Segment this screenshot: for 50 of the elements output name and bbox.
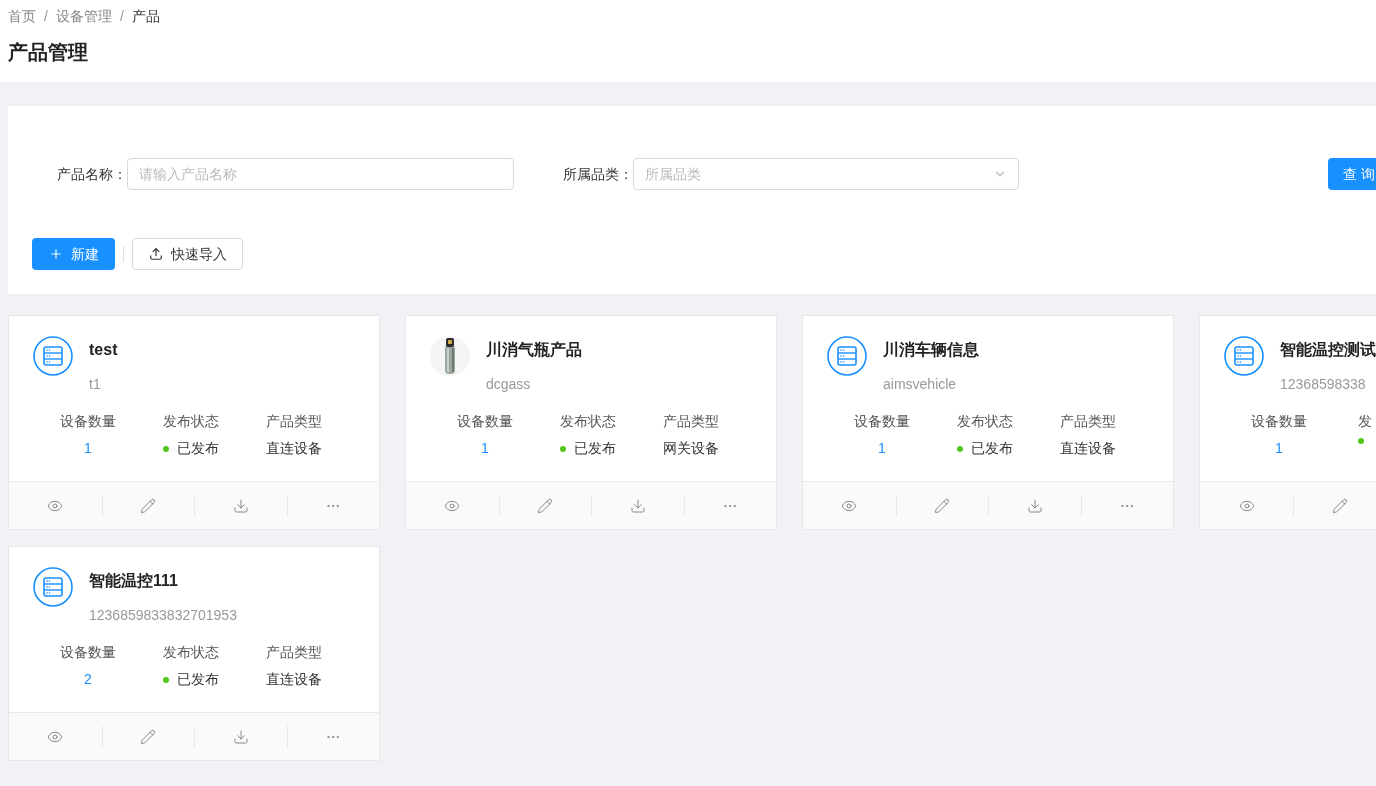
field-label: 所属品类： <box>562 164 633 184</box>
stat-value: 网关设备 <box>663 439 719 458</box>
stat-label: 产品类型 <box>663 412 719 431</box>
stat-value: 2 <box>84 670 92 689</box>
stat-label: 产品类型 <box>266 643 322 662</box>
stat-label: 设备数量 <box>457 412 513 431</box>
product-code: aimsvehicle <box>883 375 958 394</box>
product-name: test <box>89 340 118 360</box>
import-button[interactable]: 快速导入 <box>132 238 243 270</box>
stat-value: 已发布 <box>177 439 219 458</box>
stat-value: 1 <box>1275 439 1283 458</box>
breadcrumb-separator: / <box>119 7 124 26</box>
new-button[interactable]: 新建 <box>32 238 115 270</box>
stat-value: 直连设备 <box>266 670 322 689</box>
stat-label: 设备数量 <box>1251 412 1307 431</box>
product-code: 12368598338 <box>1280 375 1367 394</box>
product-code: t1 <box>89 375 102 394</box>
product-code: dcgass <box>486 375 532 394</box>
stat-value: 1 <box>481 439 489 458</box>
stat-label: 产品类型 <box>1060 412 1116 431</box>
product-name: 川消气瓶产品 <box>486 340 582 360</box>
query-button[interactable]: 查 询 <box>1328 158 1376 190</box>
stat-value: 1 <box>878 439 886 458</box>
page-title: 产品管理 <box>8 40 89 65</box>
stat-label: 设备数量 <box>60 412 116 431</box>
breadcrumb-item[interactable]: 首页 <box>8 6 36 27</box>
category-select[interactable]: 所属品类 <box>633 158 1019 190</box>
stat-label: 设备数量 <box>854 412 910 431</box>
field-label: 产品名称： <box>56 164 127 184</box>
product-name-input[interactable]: 请输入产品名称 <box>127 158 514 190</box>
breadcrumb-item: 产品 <box>131 7 160 26</box>
product-name: 智能温控测试 <box>1280 340 1376 360</box>
breadcrumb-item[interactable]: 设备管理 <box>55 6 112 27</box>
stat-value: 已发布 <box>177 670 219 689</box>
product-name: 智能温控111 <box>89 571 179 591</box>
stat-label: 设备数量 <box>60 643 116 662</box>
stat-label: 发布状态 <box>163 412 219 431</box>
product-code: 1236859833832701953 <box>89 606 237 625</box>
stat-label: 发布状态 <box>163 643 219 662</box>
stat-label: 发布状态 <box>560 412 616 431</box>
product-name: 川消车辆信息 <box>883 340 979 360</box>
breadcrumb-separator: / <box>44 7 48 26</box>
stat-label: 发布状态 <box>957 412 1013 431</box>
stat-value: 直连设备 <box>266 439 322 458</box>
stat-value: 直连设备 <box>1060 439 1116 458</box>
stat-label: 产品类型 <box>266 412 322 431</box>
stat-value: 已发布 <box>971 439 1013 458</box>
stat-value: 已发布 <box>574 439 616 458</box>
stat-value: 1 <box>84 439 92 458</box>
stat-label: 发 <box>1358 412 1372 431</box>
